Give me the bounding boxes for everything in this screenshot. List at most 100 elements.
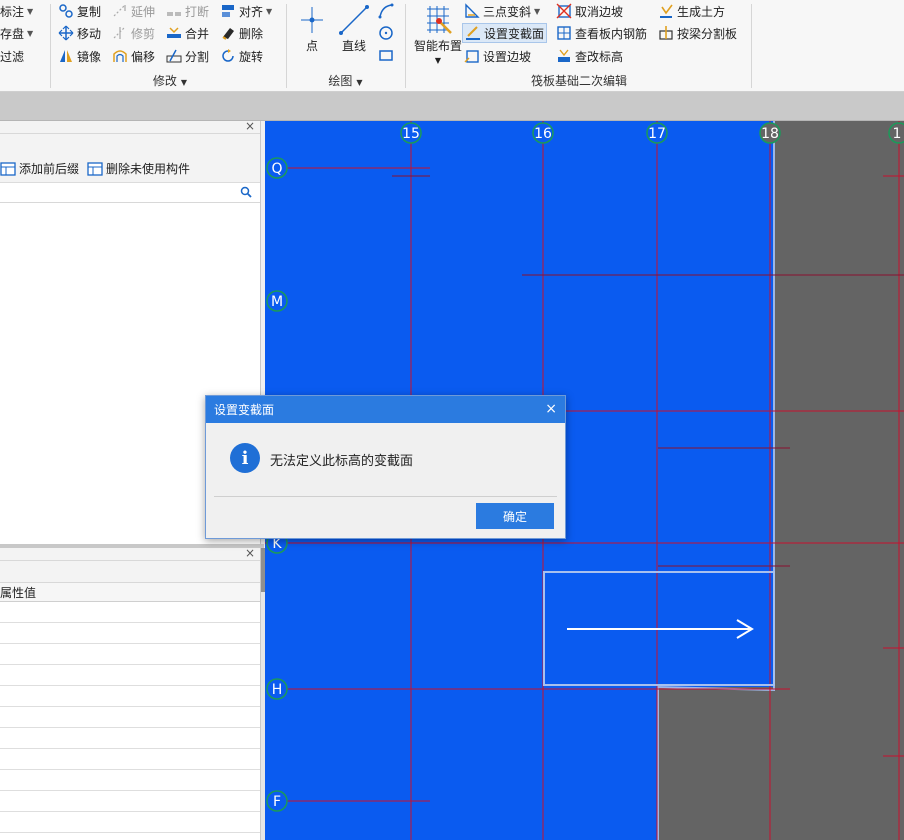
chevron-down-icon: ▼ <box>27 28 34 38</box>
split-by-beam-button[interactable]: 按梁分割板 <box>658 23 737 43</box>
chevron-down-icon: ▼ <box>534 6 541 16</box>
delete-unused-label: 删除未使用构件 <box>106 162 191 176</box>
modify-group-label[interactable]: 修改 ▼ <box>56 72 284 89</box>
close-icon[interactable]: × <box>545 401 557 417</box>
chevron-down-icon: ▼ <box>434 56 442 65</box>
set-section-dialog: 设置变截面 × i 无法定义此标高的变截面 确定 <box>205 395 566 539</box>
smart-layout-label: 智能布置 <box>413 39 462 53</box>
set-section-icon <box>465 25 481 41</box>
three-point-slope-label: 三点变斜 <box>483 4 532 19</box>
check-elevation-label: 查改标高 <box>575 49 624 64</box>
generate-earthwork-button[interactable]: 生成土方 <box>658 1 725 21</box>
chevron-down-icon: ▼ <box>356 78 363 87</box>
component-search-input[interactable] <box>0 183 260 203</box>
axis-bubble-15[interactable]: 15 <box>400 122 422 144</box>
table-row[interactable] <box>0 707 260 728</box>
smart-layout-tool[interactable]: 智能布置 ▼ <box>410 3 466 65</box>
cancel-slope-icon <box>556 3 572 19</box>
rotate-button[interactable]: 旋转 <box>220 46 263 66</box>
group-divider <box>50 4 51 88</box>
point-tool[interactable]: 点 <box>299 3 325 54</box>
table-row[interactable] <box>0 728 260 749</box>
draw-group-label[interactable]: 绘图 ▼ <box>287 72 404 89</box>
copy-button[interactable]: 复制 <box>58 1 101 21</box>
property-value-column-header: 属性值 <box>0 585 37 600</box>
filter-button[interactable]: 过滤 <box>0 46 24 66</box>
axis-bubble-Q[interactable]: Q <box>266 157 288 179</box>
break-button[interactable]: 打断 <box>166 1 209 21</box>
close-icon[interactable]: × <box>245 546 255 560</box>
add-prefix-suffix-button[interactable]: 添加前后缀 <box>0 159 79 179</box>
three-point-slope-button[interactable]: 三点变斜 ▼ <box>464 1 540 21</box>
grid-layout-icon <box>427 6 452 34</box>
offset-button[interactable]: 偏移 <box>112 46 155 66</box>
axis-label-16: 16 <box>534 126 552 142</box>
draw-group-text: 绘图 <box>328 74 353 88</box>
axis-label-Q: Q <box>271 161 282 177</box>
view-rebar-button[interactable]: 查看板内钢筋 <box>556 23 647 43</box>
line-tool[interactable]: 直线 <box>337 3 371 54</box>
trim-icon <box>112 25 128 41</box>
axis-bubble-H[interactable]: H <box>266 678 288 700</box>
save-disk-button[interactable]: 存盘 ▼ <box>0 23 33 43</box>
delete-label: 删除 <box>239 26 264 41</box>
view-rebar-icon <box>556 25 572 41</box>
extend-button[interactable]: 延伸 <box>112 1 155 21</box>
ribbon: 标注 ▼ 存盘 ▼ 过滤 复制 延伸 打断 对齐 ▼ 移动 修剪 合并 删除 镜… <box>0 0 904 92</box>
rectangle-tool-icon[interactable] <box>377 46 395 67</box>
axis-label-18: 18 <box>761 126 779 142</box>
arc-tool-icon[interactable] <box>377 2 395 23</box>
view-rebar-label: 查看板内钢筋 <box>575 26 648 41</box>
merge-button[interactable]: 合并 <box>166 23 209 43</box>
table-row[interactable] <box>0 770 260 791</box>
split-button[interactable]: 分割 <box>166 46 209 66</box>
table-row[interactable] <box>0 623 260 644</box>
close-icon[interactable]: × <box>245 119 255 133</box>
annotate-button[interactable]: 标注 ▼ <box>0 1 33 21</box>
annotate-label: 标注 <box>0 4 25 19</box>
set-section-button[interactable]: 设置变截面 <box>462 23 548 43</box>
point-label: 点 <box>305 39 318 53</box>
axis-bubble-19[interactable]: 1 <box>888 122 904 144</box>
table-row[interactable] <box>0 749 260 770</box>
axis-bubble-M[interactable]: M <box>266 290 288 312</box>
cancel-slope-button[interactable]: 取消边坡 <box>556 1 623 21</box>
table-delete-icon <box>87 161 103 177</box>
align-button[interactable]: 对齐 ▼ <box>220 1 272 21</box>
axis-bubble-17[interactable]: 17 <box>646 122 668 144</box>
check-elevation-button[interactable]: 查改标高 <box>556 46 623 66</box>
dialog-title-bar[interactable]: 设置变截面 × <box>206 396 565 423</box>
search-icon[interactable] <box>240 186 252 201</box>
ok-button[interactable]: 确定 <box>476 503 554 529</box>
table-row[interactable] <box>0 686 260 707</box>
axis-bubble-18[interactable]: 18 <box>759 122 781 144</box>
merge-icon <box>166 25 182 41</box>
extend-label: 延伸 <box>131 4 156 19</box>
trim-button[interactable]: 修剪 <box>112 23 155 43</box>
move-icon <box>58 25 74 41</box>
move-button[interactable]: 移动 <box>58 23 101 43</box>
table-row[interactable] <box>0 644 260 665</box>
dialog-title: 设置变截面 <box>214 403 275 417</box>
table-add-icon <box>0 161 16 177</box>
axis-bubble-16[interactable]: 16 <box>532 122 554 144</box>
table-row[interactable] <box>0 602 260 623</box>
mirror-button[interactable]: 镜像 <box>58 46 101 66</box>
table-row[interactable] <box>0 791 260 812</box>
gray-region <box>658 687 774 840</box>
axis-label-19: 1 <box>893 126 902 142</box>
raft-edit-group-text: 筏板基础二次编辑 <box>530 74 627 88</box>
delete-button[interactable]: 删除 <box>220 23 263 43</box>
set-slope-button[interactable]: 设置边坡 <box>464 46 531 66</box>
raft-edit-group-label: 筏板基础二次编辑 <box>406 72 752 89</box>
delete-unused-button[interactable]: 删除未使用构件 <box>87 159 190 179</box>
mirror-label: 镜像 <box>77 49 102 64</box>
axis-bubble-F[interactable]: F <box>266 790 288 812</box>
circle-tool-icon[interactable] <box>377 24 395 45</box>
chevron-down-icon: ▼ <box>266 6 273 16</box>
ribbon-group-modify: 复制 延伸 打断 对齐 ▼ 移动 修剪 合并 删除 镜像 偏移 分割 旋转 修改… <box>56 0 284 92</box>
table-row[interactable] <box>0 665 260 686</box>
mirror-icon <box>58 48 74 64</box>
table-row[interactable] <box>0 812 260 833</box>
align-icon <box>220 3 236 19</box>
